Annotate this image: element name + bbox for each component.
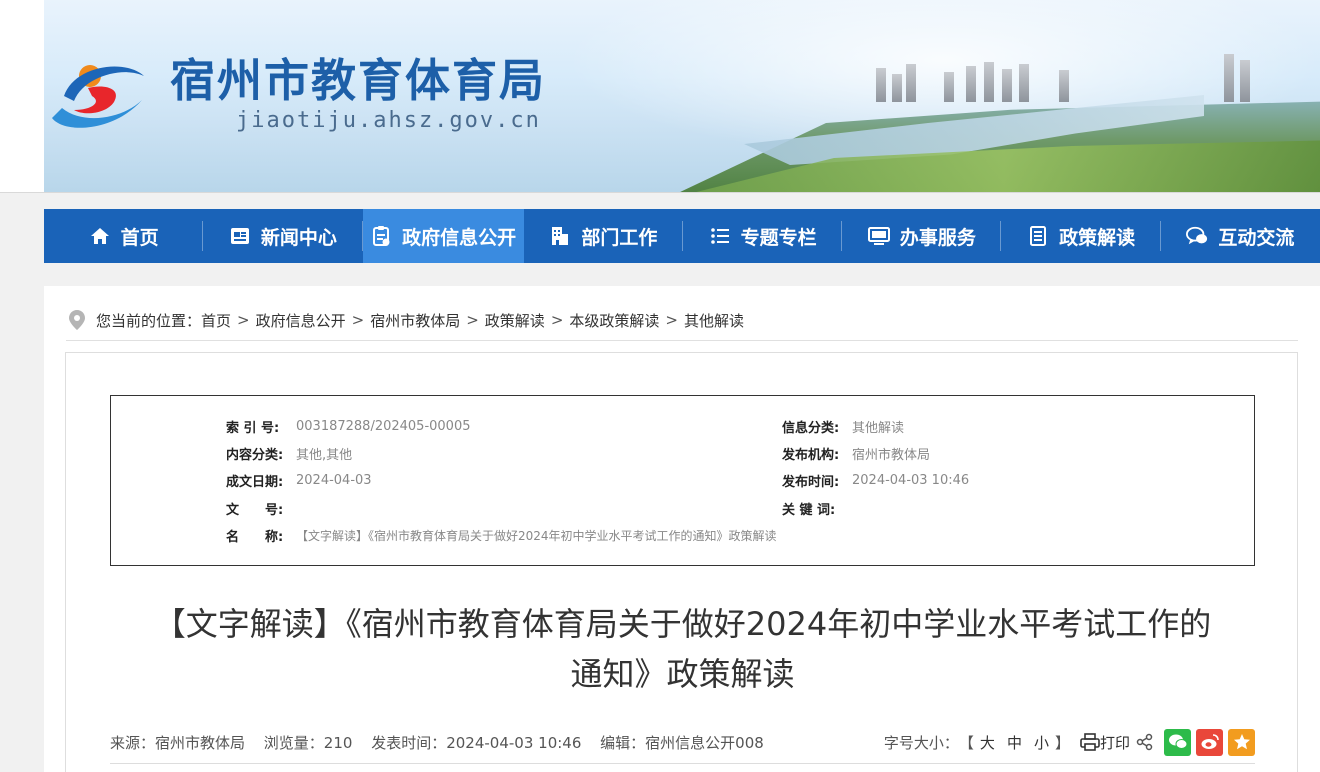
- site-url: jiaotiju.ahsz.gov.cn: [236, 108, 541, 133]
- breadcrumb-item[interactable]: 政府信息公开: [256, 310, 346, 331]
- divider: [66, 340, 1298, 341]
- article-panel: 索 引 号: 003187288/202405-00005 信息分类: 其他解读…: [65, 352, 1298, 772]
- article-title-line: 通知》政策解读: [570, 655, 795, 693]
- breadcrumb: 您当前的位置： 首页 > 政府信息公开 > 宿州市教体局 > 政策解读 > 本级…: [68, 308, 744, 332]
- article-views: 浏览量：210: [263, 733, 353, 752]
- article-info-bar: 来源：宿州市教体局 浏览量：210 发表时间：2024-04-03 10:46 …: [110, 727, 1255, 757]
- breadcrumb-item[interactable]: 宿州市教体局: [370, 310, 460, 331]
- article-title: 【文字解读】《宿州市教育体育局关于做好2024年初中学业水平考试工作的 通知》政…: [66, 599, 1299, 699]
- news-icon: [229, 225, 251, 247]
- article-tools: 字号大小： 【 大 中 小 】 打印: [884, 727, 1255, 757]
- divider: [110, 763, 1255, 764]
- meta-row-content-category: 内容分类: 其他,其他: [226, 447, 353, 463]
- font-size-small-button[interactable]: 小: [1034, 732, 1049, 753]
- breadcrumb-item[interactable]: 其他解读: [684, 310, 744, 331]
- nav-item-news[interactable]: 新闻中心: [203, 209, 363, 263]
- nav-item-home[interactable]: 首页: [44, 209, 204, 263]
- nav-label: 新闻中心: [260, 226, 337, 249]
- nav-item-interaction[interactable]: 互动交流: [1161, 209, 1320, 263]
- article-editor: 编辑：宿州信息公开008: [600, 733, 764, 752]
- share-icon[interactable]: [1136, 733, 1154, 751]
- wechat-icon: [1168, 734, 1187, 749]
- meta-row-doc-no: 文 号:: [226, 502, 284, 518]
- breadcrumb-separator: >: [237, 311, 250, 329]
- meta-row-index: 索 引 号: 003187288/202405-00005: [226, 418, 471, 436]
- article-source: 来源：宿州市教体局: [110, 733, 246, 752]
- meta-row-publish-time: 发布时间: 2024-04-03 10:46: [782, 472, 970, 490]
- document-icon: [1027, 225, 1049, 247]
- star-icon: [1233, 734, 1250, 750]
- nav-item-services[interactable]: 办事服务: [842, 209, 1002, 263]
- font-size-medium-button[interactable]: 中: [1007, 732, 1022, 753]
- list-icon: [709, 225, 731, 247]
- nav-item-policy[interactable]: 政策解读: [1001, 209, 1161, 263]
- meta-row-publisher: 发布机构: 宿州市教体局: [782, 447, 931, 463]
- building-icon: [549, 225, 571, 247]
- breadcrumb-item[interactable]: 政策解读: [485, 310, 545, 331]
- site-logo-icon[interactable]: [44, 36, 152, 136]
- article-publish-time: 发表时间：2024-04-03 10:46: [371, 733, 582, 752]
- meta-row-info-category: 信息分类: 其他解读: [782, 420, 905, 436]
- article-title-line: 【文字解读】《宿州市教育体育局关于做好2024年初中学业水平考试工作的: [153, 605, 1212, 643]
- nav-label: 办事服务: [899, 226, 976, 249]
- font-size-large-button[interactable]: 大: [980, 732, 995, 753]
- home-icon: [89, 225, 111, 247]
- meta-row-date: 成文日期: 2024-04-03: [226, 472, 372, 490]
- metadata-table: 索 引 号: 003187288/202405-00005 信息分类: 其他解读…: [110, 395, 1255, 566]
- print-label: 打印: [1099, 733, 1130, 752]
- article-info: 来源：宿州市教体局 浏览量：210 发表时间：2024-04-03 10:46 …: [110, 732, 778, 753]
- print-button[interactable]: 打印: [1080, 732, 1130, 753]
- main-nav: 首页 新闻中心 政府信息公开 部门工作 专题专栏 办事服务 政策解读 互动交流: [44, 209, 1320, 263]
- nav-label: 专题专栏: [740, 226, 817, 249]
- nav-item-special[interactable]: 专题专栏: [683, 209, 843, 263]
- breadcrumb-separator: >: [665, 311, 678, 329]
- site-title: 宿州市教育体育局: [170, 54, 547, 107]
- nav-label: 政策解读: [1059, 226, 1136, 249]
- location-pin-icon: [69, 310, 85, 330]
- nav-label: 互动交流: [1218, 226, 1295, 249]
- nav-label: 部门工作: [581, 226, 658, 249]
- printer-icon: [1080, 733, 1100, 751]
- breadcrumb-separator: >: [550, 311, 564, 329]
- chat-icon: [1186, 225, 1208, 247]
- weibo-icon: [1201, 734, 1219, 749]
- breadcrumb-separator: >: [351, 311, 365, 329]
- nav-label: 首页: [120, 226, 159, 249]
- bracket-close: 】: [1054, 733, 1070, 752]
- wechat-share-button[interactable]: [1164, 728, 1191, 756]
- clipboard-icon: [370, 225, 392, 247]
- favorite-button[interactable]: [1228, 728, 1255, 756]
- breadcrumb-separator: >: [466, 311, 479, 329]
- meta-row-keywords: 关 键 词:: [782, 502, 836, 518]
- bracket-open: 【: [958, 733, 974, 752]
- nav-item-gov-info[interactable]: 政府信息公开: [362, 209, 524, 263]
- content-area: 您当前的位置： 首页 > 政府信息公开 > 宿州市教体局 > 政策解读 > 本级…: [44, 286, 1320, 772]
- breadcrumb-item[interactable]: 首页: [201, 310, 231, 331]
- nav-label: 政府信息公开: [402, 226, 517, 249]
- site-banner: 宿州市教育体育局 jiaotiju.ahsz.gov.cn: [0, 0, 1320, 193]
- breadcrumb-prefix: 您当前的位置：: [96, 311, 202, 330]
- breadcrumb-item[interactable]: 本级政策解读: [569, 310, 659, 331]
- meta-row-name: 名 称: 【文字解读】《宿州市教育体育局关于做好2024年初中学业水平考试工作的…: [226, 528, 777, 545]
- nav-item-department[interactable]: 部门工作: [524, 209, 684, 263]
- weibo-share-button[interactable]: [1196, 728, 1223, 756]
- font-size-label: 字号大小：: [883, 733, 959, 752]
- monitor-icon: [867, 225, 890, 247]
